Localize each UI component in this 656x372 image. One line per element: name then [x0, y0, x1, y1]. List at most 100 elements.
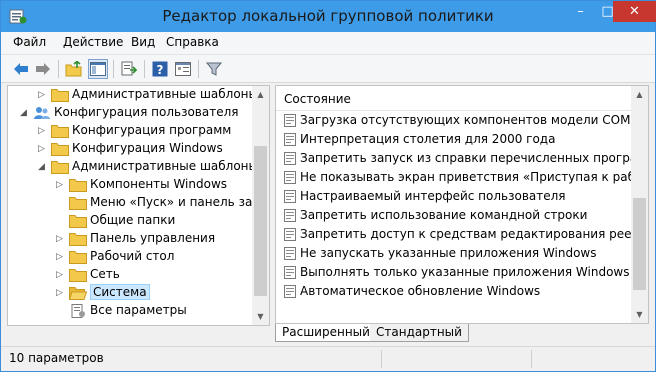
filter-button[interactable] — [204, 59, 224, 79]
list-item[interactable]: Запретить использование командной строки — [276, 206, 632, 225]
tree-expand-icon[interactable] — [56, 198, 66, 208]
folder-icon — [69, 269, 87, 282]
tree-collapse-icon[interactable]: ◢ — [38, 162, 48, 172]
close-button[interactable]: ✕ — [613, 1, 656, 22]
tree-expand-icon[interactable]: ▷ — [56, 234, 66, 244]
folder-icon — [51, 125, 69, 138]
policy-setting-icon — [284, 285, 296, 298]
tree-item-all-settings[interactable]: Все параметры — [8, 302, 258, 320]
tree-item-network[interactable]: ▷ Сеть — [8, 266, 258, 284]
tree-expand-icon[interactable]: ▷ — [38, 126, 48, 136]
title-bar[interactable]: Редактор локальной групповой политики – … — [1, 1, 656, 32]
list-item[interactable]: Запретить доступ к средствам редактирова… — [276, 225, 648, 244]
list-item-label: Настраиваемый интерфейс пользователя — [300, 189, 566, 203]
forward-arrow-icon — [36, 63, 50, 75]
tree-item-admin-templates-user[interactable]: ◢ Административные шаблоны — [8, 158, 258, 176]
list-item-label: Не показывать экран приветствия «Приступ… — [300, 170, 648, 184]
tree-item-label: Конфигурация программ — [72, 123, 232, 137]
list-item-label: Запретить запуск из справки перечисленны… — [300, 151, 649, 165]
tree-item-windows-components[interactable]: ▷ Компоненты Windows — [8, 176, 258, 194]
tree-item-label: Рабочий стол — [90, 249, 175, 263]
properties-view-button[interactable] — [173, 59, 193, 79]
tree-item-start-menu[interactable]: Меню «Пуск» и панель задач — [8, 194, 269, 212]
policy-setting-icon — [284, 152, 296, 165]
window-title: Редактор локальной групповой политики — [162, 7, 494, 25]
folder-icon — [69, 197, 87, 210]
list-scrollbar[interactable]: ▲ ▼ — [631, 86, 648, 323]
folder-icon — [69, 215, 87, 228]
settings-list-pane[interactable]: Состояние Загрузка отсутствующих компоне… — [275, 85, 649, 324]
show-tree-button[interactable] — [88, 59, 108, 79]
menu-view[interactable]: Вид — [131, 35, 155, 49]
tab-standard[interactable]: Стандартный — [370, 324, 469, 342]
back-arrow-icon — [14, 63, 28, 75]
tree-scrollbar[interactable]: ▲ ▼ — [252, 86, 269, 325]
list-item[interactable]: Не запускать указанные приложения Window… — [276, 244, 632, 263]
scroll-down-arrow-icon[interactable]: ▼ — [631, 306, 648, 323]
tree-item-system[interactable]: ▷ Система — [8, 284, 258, 302]
back-button[interactable] — [11, 59, 31, 79]
folder-icon — [51, 89, 69, 102]
list-item-label: Запретить доступ к средствам редактирова… — [300, 227, 649, 241]
show-hide-tree-icon — [90, 62, 106, 76]
tree-item-label: Конфигурация Windows — [72, 141, 223, 155]
tree-item-desktop[interactable]: ▷ Рабочий стол — [8, 248, 258, 266]
list-item[interactable]: Настраиваемый интерфейс пользователя — [276, 187, 632, 206]
tree-item-shared-folders[interactable]: Общие папки — [8, 212, 258, 230]
tree-pane[interactable]: ▷ Административные шаблоны ◢ Конфигураци… — [7, 85, 270, 326]
scroll-up-arrow-icon[interactable]: ▲ — [252, 86, 269, 103]
tree-item-windows-config[interactable]: ▷ Конфигурация Windows — [8, 140, 258, 158]
tree-item-label: Общие папки — [90, 213, 176, 227]
tree-expand-icon[interactable] — [56, 306, 66, 316]
tree-item-software-config[interactable]: ▷ Конфигурация программ — [8, 122, 258, 140]
list-item[interactable]: Выполнять только указанные приложения Wi… — [276, 263, 632, 282]
tree-expand-icon[interactable]: ▷ — [38, 90, 48, 100]
tree-expand-icon[interactable]: ▷ — [56, 288, 66, 298]
tree-expand-icon[interactable]: ▷ — [56, 270, 66, 280]
tree-expand-icon[interactable]: ▷ — [56, 180, 66, 190]
tree-collapse-icon[interactable]: ◢ — [20, 108, 30, 118]
tree-item-label: Панель управления — [90, 231, 216, 245]
status-divider — [381, 350, 382, 368]
tree-item-label: Сеть — [90, 267, 120, 281]
scroll-up-arrow-icon[interactable]: ▲ — [631, 86, 648, 103]
forward-button[interactable] — [33, 59, 53, 79]
menu-help[interactable]: Справка — [166, 35, 219, 49]
export-list-button[interactable] — [119, 59, 139, 79]
up-level-button[interactable] — [64, 59, 84, 79]
tree-item-control-panel[interactable]: ▷ Панель управления — [8, 230, 258, 248]
tree-scrollbar-thumb[interactable] — [254, 146, 267, 296]
folder-icon — [69, 233, 87, 246]
menu-file[interactable]: Файл — [13, 35, 46, 49]
minimize-button[interactable]: – — [567, 1, 594, 22]
tree-expand-icon[interactable]: ▷ — [38, 144, 48, 154]
tree-expand-icon[interactable] — [56, 216, 66, 226]
menu-action[interactable]: Действие — [63, 35, 123, 49]
policy-setting-icon — [284, 171, 296, 184]
tree-expand-icon[interactable]: ▷ — [56, 252, 66, 262]
scroll-down-arrow-icon[interactable]: ▼ — [252, 308, 269, 325]
svg-text:?: ? — [157, 63, 164, 77]
main-window: Редактор локальной групповой политики – … — [0, 0, 656, 372]
list-item[interactable]: Запретить запуск из справки перечисленны… — [276, 149, 648, 168]
policy-setting-icon — [284, 190, 296, 203]
tab-extended[interactable]: Расширенный — [275, 324, 377, 342]
list-item[interactable]: Загрузка отсутствующих компонентов модел… — [276, 111, 632, 130]
help-button[interactable]: ? — [150, 59, 170, 79]
tree-item-label: Система — [90, 284, 150, 300]
list-item-label: Не запускать указанные приложения Window… — [300, 246, 597, 260]
policy-setting-icon — [284, 209, 296, 222]
list-item[interactable]: Автоматическое обновление Windows — [276, 282, 632, 301]
list-item-label: Загрузка отсутствующих компонентов модел… — [300, 113, 631, 127]
view-tabs: Расширенный Стандартный — [275, 324, 649, 342]
column-header-state[interactable]: Состояние — [276, 86, 632, 111]
tree-item-label: Конфигурация пользователя — [54, 105, 239, 119]
tree-item-user-config[interactable]: ◢ Конфигурация пользователя — [8, 104, 258, 122]
list-scrollbar-thumb[interactable] — [633, 198, 646, 290]
tree-item-admin-templates-computer[interactable]: ▷ Административные шаблоны — [8, 86, 258, 104]
list-item[interactable]: Интерпретация столетия для 2000 года — [276, 130, 632, 149]
menu-bar: Файл Действие Вид Справка — [1, 32, 655, 54]
status-divider — [531, 350, 532, 368]
column-header-label: Состояние — [284, 92, 351, 106]
list-item[interactable]: Не показывать экран приветствия «Приступ… — [276, 168, 648, 187]
